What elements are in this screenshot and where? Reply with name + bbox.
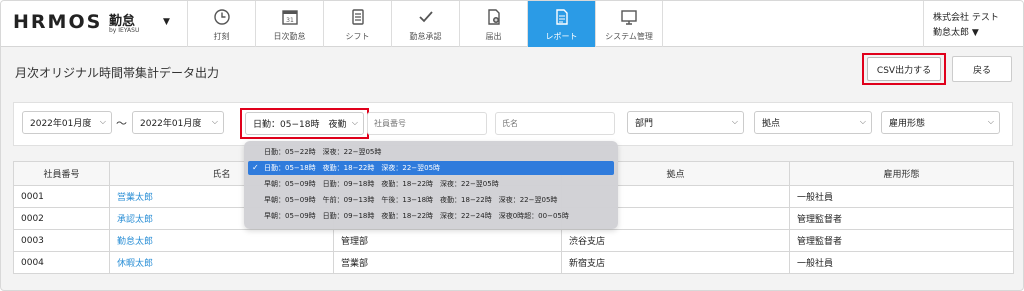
- employment-type-select[interactable]: 雇用形態 ⌵: [881, 111, 1000, 134]
- nav-item-approval[interactable]: 勤怠承認: [391, 1, 459, 47]
- option-label: 日勤：05−18時 夜勤：18−22時 深夜：22−翌05時: [264, 164, 441, 172]
- nav-item-daily-attendance[interactable]: 31 日次勤怠: [255, 1, 323, 47]
- range-separator: 〜: [116, 117, 127, 130]
- chevron-down-icon: ⌵: [211, 117, 218, 126]
- employee-name-link[interactable]: 休暇太郎: [109, 251, 334, 274]
- app-window: HRMOS 勤怠 by IEYASU ▼ 打刻 31 日次勤怠 シフト 勤怠承認…: [0, 0, 1024, 291]
- nav-item-clock-in[interactable]: 打刻: [187, 1, 255, 47]
- chevron-down-icon: ⌵: [987, 117, 994, 126]
- column-header[interactable]: 社員番号: [13, 161, 110, 186]
- employee-number-cell: 0002: [13, 207, 110, 230]
- nav-label: レポート: [545, 31, 578, 41]
- nav-label: 勤怠承認: [409, 31, 442, 41]
- shift-icon: [348, 7, 368, 27]
- employee-name-link[interactable]: 勤怠太郎: [109, 229, 334, 252]
- time-band-option-selected[interactable]: ✓ 日勤：05−18時 夜勤：18−22時 深夜：22−翌05時: [248, 161, 614, 175]
- app-logo[interactable]: HRMOS 勤怠 by IEYASU ▼: [13, 9, 191, 39]
- user-name: 勤怠太郎 ▼: [933, 28, 979, 38]
- caret-down-icon[interactable]: ▼: [163, 17, 170, 27]
- highlight-box: [240, 108, 369, 139]
- table-row: 0004 休暇太郎 営業部 新宿支店 一般社員: [13, 251, 1014, 274]
- nav-item-shift[interactable]: シフト: [323, 1, 391, 47]
- nav-item-system-admin[interactable]: システム管理: [595, 1, 663, 47]
- csv-export-button[interactable]: CSV出力する: [867, 57, 941, 81]
- location-value: 拠点: [762, 119, 781, 129]
- time-band-dropdown: 日勤：05−22時 深夜：22−翌05時 ✓ 日勤：05−18時 夜勤：18−2…: [244, 141, 618, 229]
- department-cell: 管理部: [333, 229, 562, 252]
- department-value: 部門: [635, 119, 654, 129]
- main-nav: 打刻 31 日次勤怠 シフト 勤怠承認 届出 レポート システム管理: [187, 1, 663, 47]
- svg-text:31: 31: [286, 17, 294, 24]
- employment-type-value: 雇用形態: [889, 119, 926, 129]
- header-divider: [923, 1, 924, 47]
- nav-item-report[interactable]: レポート: [527, 1, 595, 47]
- checkmark-icon: [416, 7, 436, 27]
- time-band-option[interactable]: 日勤：05−22時 深夜：22−翌05時: [248, 145, 614, 159]
- month-to-value: 2022年01月度: [140, 119, 202, 129]
- option-label: 日勤：05−22時 深夜：22−翌05時: [264, 148, 382, 156]
- page-title: 月次オリジナル時間帯集計データ出力: [15, 66, 220, 80]
- option-label: 早朝：05−09時 日勤：09−18時 夜勤：18−22時 深夜：22−翌05時: [264, 180, 499, 188]
- employee-number-cell: 0004: [13, 251, 110, 274]
- nav-label: 打刻: [213, 31, 230, 41]
- checkmark-icon: ✓: [252, 163, 259, 172]
- chevron-down-icon: ⌵: [99, 117, 106, 126]
- header-bar: HRMOS 勤怠 by IEYASU ▼ 打刻 31 日次勤怠 シフト 勤怠承認…: [1, 1, 1023, 47]
- back-button[interactable]: 戻る: [952, 56, 1012, 82]
- employee-number-cell: 0001: [13, 185, 110, 208]
- employee-number-cell: 0003: [13, 229, 110, 252]
- location-cell: 新宿支店: [561, 251, 790, 274]
- nav-label: 届出: [485, 31, 502, 41]
- option-label: 早朝：05−09時 午前：09−13時 午後：13−18時 夜勤：18−22時 …: [264, 196, 558, 204]
- location-select[interactable]: 拠点 ⌵: [754, 111, 872, 134]
- column-header[interactable]: 雇用形態: [789, 161, 1014, 186]
- nav-label: シフト: [345, 31, 370, 41]
- employment-type-cell: 管理監督者: [789, 229, 1014, 252]
- name-input[interactable]: [495, 112, 615, 135]
- time-band-option[interactable]: 早朝：05−09時 日勤：09−18時 夜勤：18−22時 深夜：22−24時 …: [248, 209, 614, 223]
- employment-type-cell: 管理監督者: [789, 207, 1014, 230]
- chevron-down-icon: ⌵: [859, 117, 866, 126]
- time-band-option[interactable]: 早朝：05−09時 午前：09−13時 午後：13−18時 夜勤：18−22時 …: [248, 193, 614, 207]
- nav-label: 日次勤怠: [273, 31, 306, 41]
- nav-label: システム管理: [605, 31, 653, 41]
- monitor-icon: [619, 7, 639, 27]
- employment-type-cell: 一般社員: [789, 185, 1014, 208]
- time-band-option[interactable]: 早朝：05−09時 日勤：09−18時 夜勤：18−22時 深夜：22−翌05時: [248, 177, 614, 191]
- calendar-icon: 31: [280, 7, 300, 27]
- document-add-icon: [484, 7, 504, 27]
- clock-icon: [212, 7, 232, 27]
- department-select[interactable]: 部門 ⌵: [627, 111, 744, 134]
- option-label: 早朝：05−09時 日勤：09−18時 夜勤：18−22時 深夜：22−24時 …: [264, 212, 569, 220]
- user-menu[interactable]: 株式会社 テスト 勤怠太郎 ▼: [933, 11, 999, 41]
- employee-number-input[interactable]: [367, 112, 487, 135]
- nav-item-requests[interactable]: 届出: [459, 1, 527, 47]
- table-row: 0003 勤怠太郎 管理部 渋谷支店 管理監督者: [13, 229, 1014, 252]
- report-icon: [552, 7, 572, 27]
- employment-type-cell: 一般社員: [789, 251, 1014, 274]
- department-cell: 営業部: [333, 251, 562, 274]
- company-name: 株式会社 テスト: [933, 13, 999, 23]
- month-from-value: 2022年01月度: [30, 119, 92, 129]
- logo-wordmark: HRMOS: [13, 11, 103, 33]
- month-from-select[interactable]: 2022年01月度 ⌵: [22, 111, 112, 134]
- chevron-down-icon: ⌵: [731, 117, 738, 126]
- location-cell: 渋谷支店: [561, 229, 790, 252]
- logo-byline: by IEYASU: [109, 27, 140, 34]
- month-to-select[interactable]: 2022年01月度 ⌵: [132, 111, 224, 134]
